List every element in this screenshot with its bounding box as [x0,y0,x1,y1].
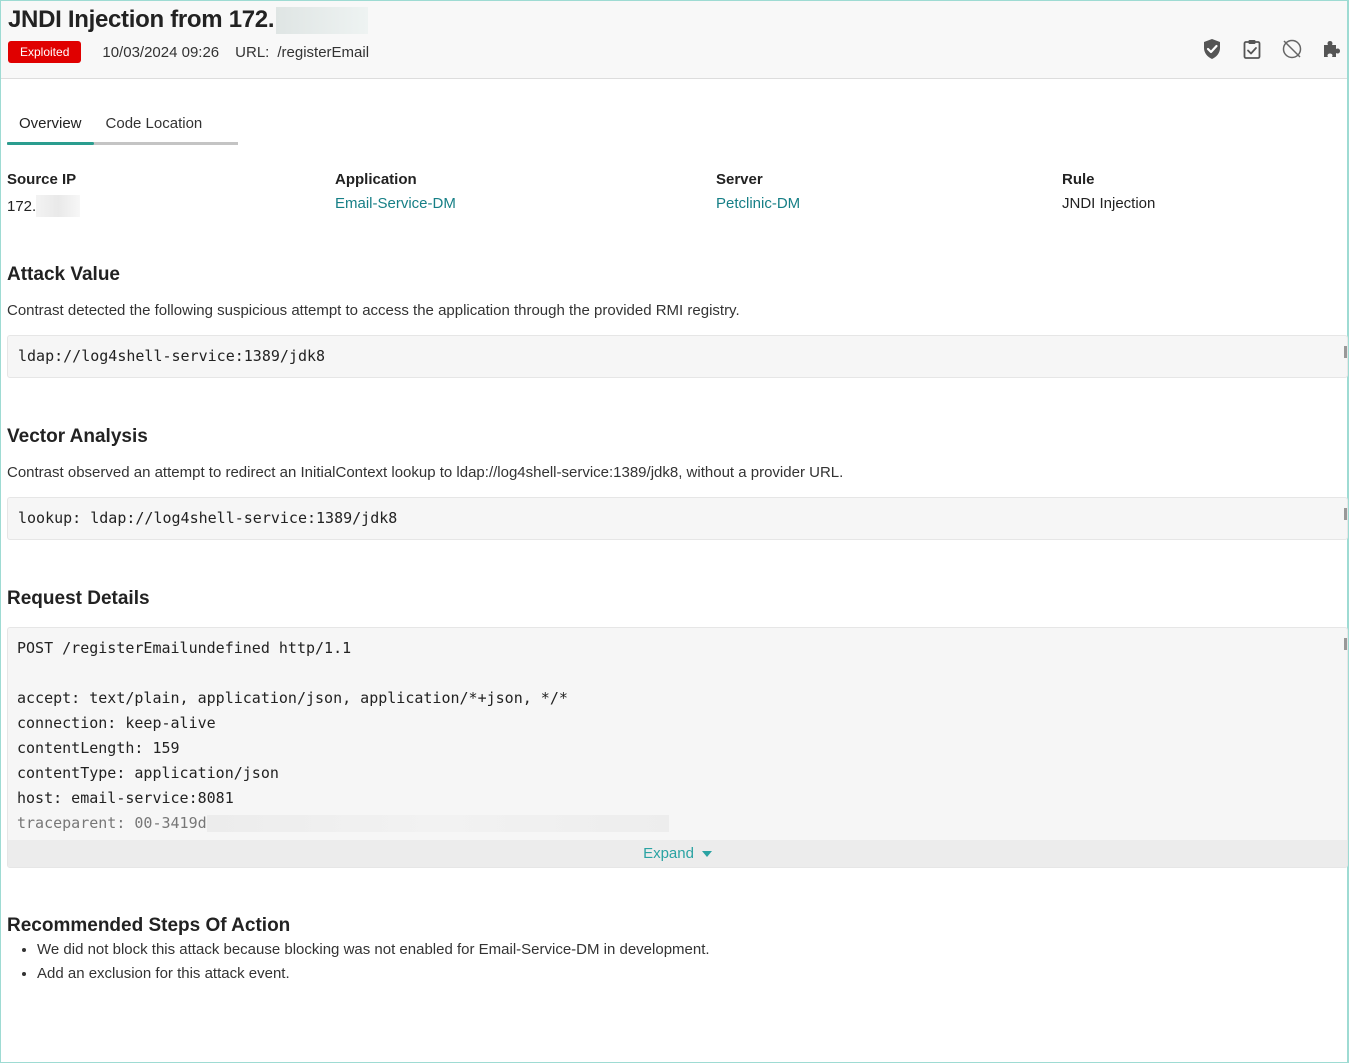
url-value: /registerEmail [277,43,370,61]
redacted-ip [36,195,81,217]
event-datetime: 10/03/2024 09:26 [102,43,220,61]
puzzle-icon[interactable] [1321,38,1343,60]
code-line: ldap://log4shell-service:1389/jdk8 [18,347,326,365]
recommended-steps-list: We did not block this attack because blo… [37,940,710,988]
redacted-ip [276,6,369,34]
application-label: Application [335,171,417,188]
request-details-heading: Request Details [7,588,150,609]
shield-check-icon[interactable] [1201,38,1223,60]
expand-label: Expand [643,845,694,862]
rule-label: Rule [1062,171,1095,188]
request-header-line: host: email-service:8081 [17,789,234,807]
source-ip-label: Source IP [7,171,77,188]
url-label: URL: [235,43,270,61]
application-field: Application Email-Service-DM [335,171,456,212]
list-item: Add an exclusion for this attack event. [37,964,710,988]
server-label: Server [716,171,763,188]
application-link[interactable]: Email-Service-DM [335,195,456,212]
server-link[interactable]: Petclinic-DM [716,195,800,212]
source-ip-field: Source IP 172. [7,171,81,217]
attack-value-description: Contrast detected the following suspicio… [7,302,740,319]
attack-value-code: ldap://log4shell-service:1389/jdk8 [7,335,1348,378]
vector-analysis-description: Contrast observed an attempt to redirect… [7,464,844,481]
request-header-line: accept: text/plain, application/json, ap… [17,689,568,707]
expand-button[interactable]: Expand [8,840,1347,867]
attack-value-heading: Attack Value [7,264,120,285]
request-header-line: contentLength: 159 [17,739,180,757]
request-header-line: connection: keep-alive [17,714,216,732]
request-line [17,661,1338,686]
request-line: POST /registerEmailundefined http/1.1 [17,639,352,657]
rule-value: JNDI Injection [1062,195,1156,212]
not-allowed-icon[interactable] [1281,38,1303,60]
vector-analysis-heading: Vector Analysis [7,426,148,447]
source-ip-value: 172. [7,195,81,217]
event-header: JNDI Injection from 172. Exploited 10/03… [1,1,1347,79]
code-line: lookup: ldap://log4shell-service:1389/jd… [18,509,398,527]
list-item: We did not block this attack because blo… [37,940,710,964]
scrollbar[interactable] [1344,508,1347,520]
rule-field: Rule JNDI Injection [1062,171,1155,212]
header-actions [1201,38,1343,60]
page-title: JNDI Injection from 172. [8,6,369,34]
event-meta: Exploited 10/03/2024 09:26 URL: /registe… [8,41,369,63]
clipboard-check-icon[interactable] [1241,38,1263,60]
scrollbar[interactable] [1344,638,1347,650]
vector-analysis-code: lookup: ldap://log4shell-service:1389/jd… [7,497,1348,540]
request-details-code: POST /registerEmailundefined http/1.1 ac… [7,627,1348,868]
server-field: Server Petclinic-DM [716,171,800,212]
status-badge: Exploited [8,41,82,63]
recommended-heading: Recommended Steps Of Action [7,915,291,936]
redacted-value [206,815,669,832]
traceparent-text: traceparent: 00-3419d [17,814,207,832]
request-header-line: contentType: application/json [17,764,279,782]
scrollbar[interactable] [1344,346,1347,358]
source-ip-text: 172. [7,197,37,215]
tab-overview[interactable]: Overview [7,113,94,145]
request-header-line-faded: traceparent: 00-3419d [17,811,1338,836]
tab-code-location[interactable]: Code Location [94,113,215,142]
tab-bar: Overview Code Location [7,113,238,145]
title-text: JNDI Injection from 172. [8,6,275,33]
caret-down-icon [701,850,712,857]
